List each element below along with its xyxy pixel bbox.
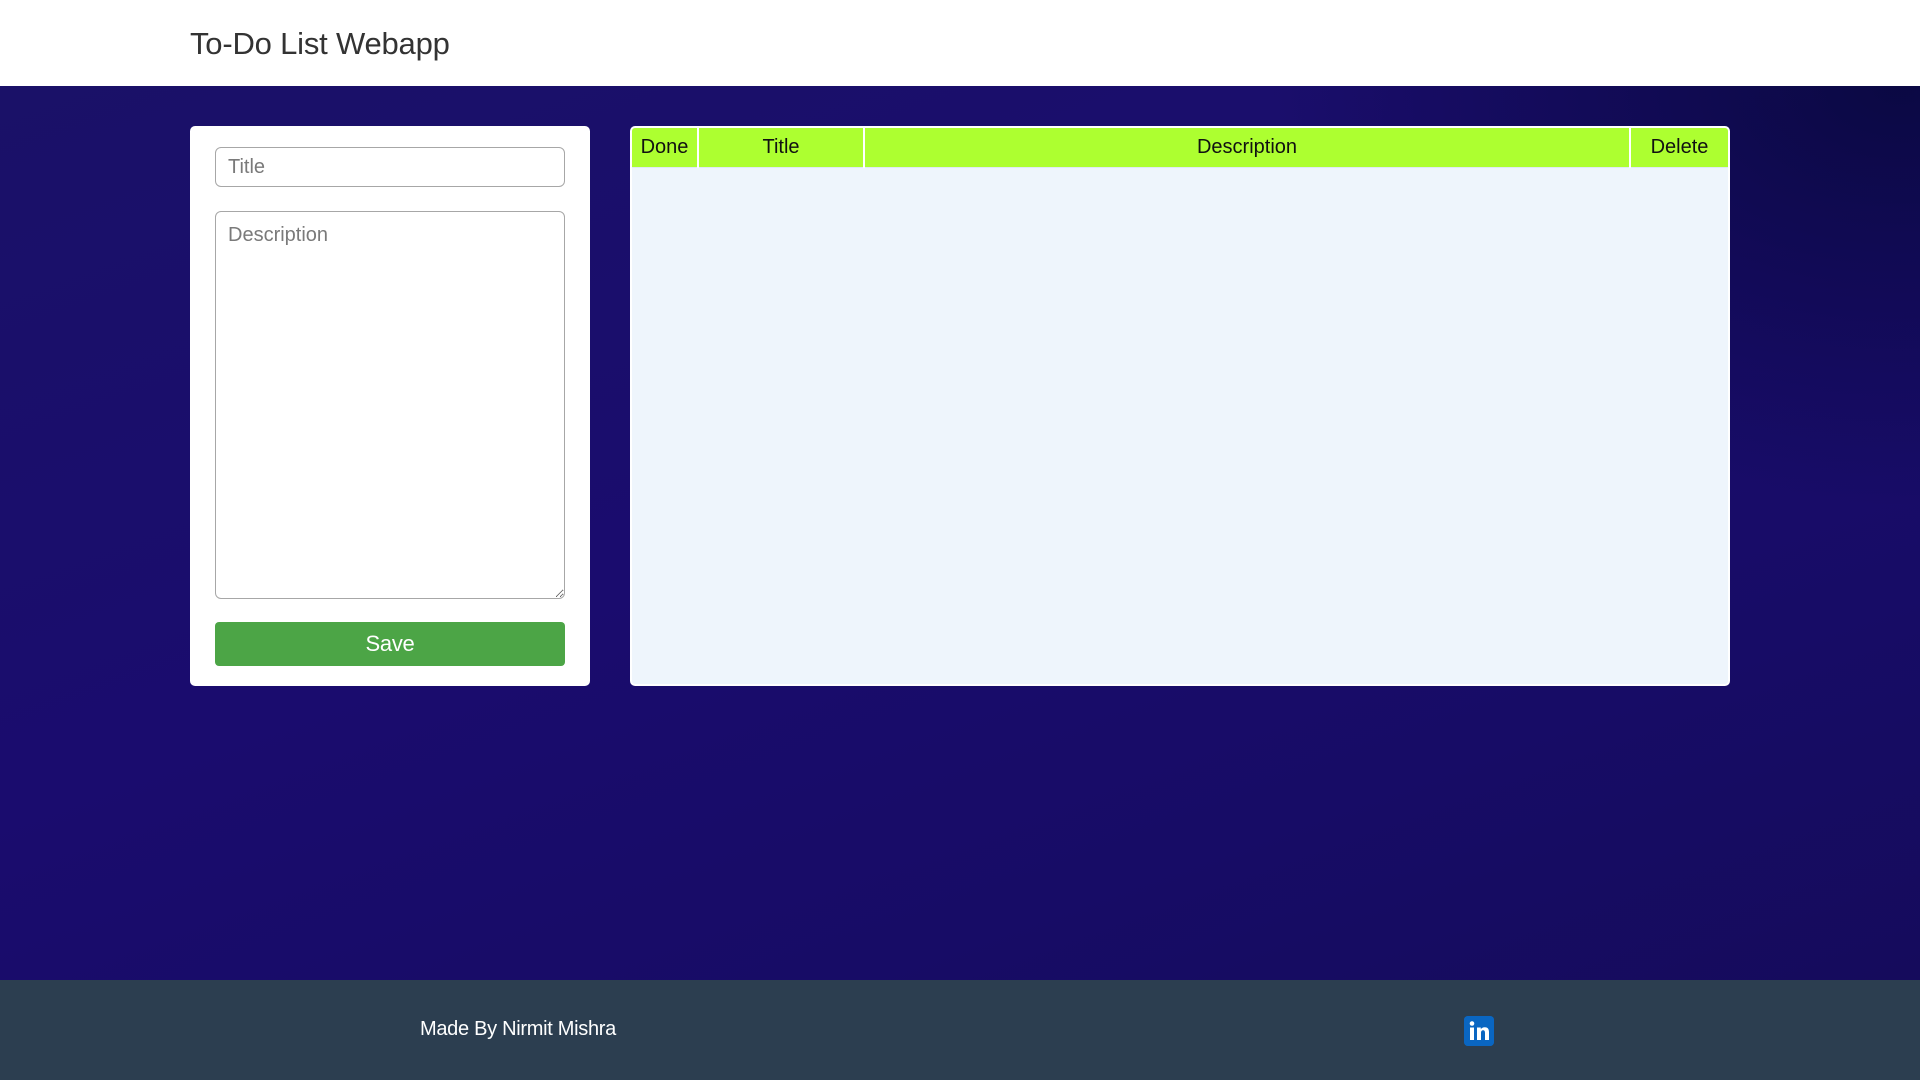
todo-table: Done Title Description Delete	[632, 128, 1728, 168]
table-header-row: Done Title Description Delete	[632, 128, 1728, 168]
linkedin-icon[interactable]	[1464, 1016, 1494, 1046]
column-header-title: Title	[698, 128, 865, 168]
navbar: To-Do List Webapp	[0, 0, 1920, 86]
footer-credit: Made By Nirmit Mishra	[420, 1018, 616, 1040]
save-button[interactable]: Save	[215, 622, 565, 666]
table-header: Done Title Description Delete	[632, 128, 1728, 168]
main-content: Save Done Title Description Delete	[0, 86, 1920, 980]
title-input[interactable]	[215, 147, 565, 187]
description-textarea[interactable]	[215, 211, 565, 599]
app-title: To-Do List Webapp	[190, 26, 450, 61]
todo-table-card: Done Title Description Delete	[630, 126, 1730, 686]
column-header-delete: Delete	[1630, 128, 1728, 168]
column-header-description: Description	[864, 128, 1631, 168]
column-header-done: Done	[632, 128, 699, 168]
footer: Made By Nirmit Mishra	[0, 980, 1920, 1080]
todo-form-card: Save	[190, 126, 590, 686]
linkedin-glyph	[1464, 1016, 1494, 1046]
